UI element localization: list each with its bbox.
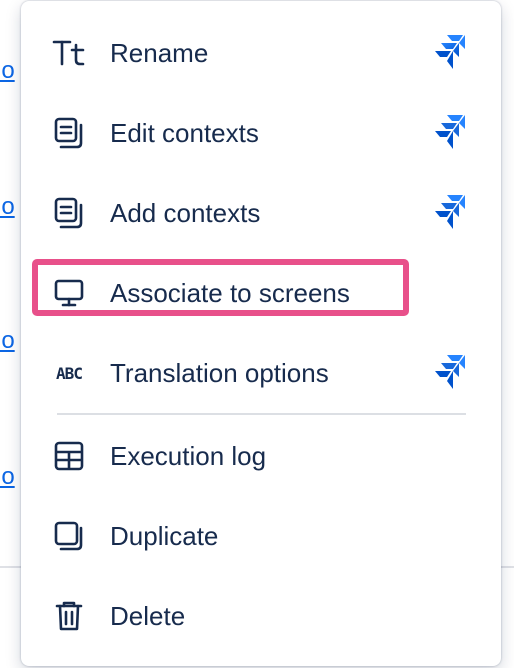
trash-icon bbox=[51, 598, 87, 634]
abc-icon: ABC bbox=[51, 355, 87, 391]
menu-item-translation-options[interactable]: ABC Translation options bbox=[21, 333, 501, 413]
menu-item-label: Delete bbox=[110, 600, 186, 631]
text-size-icon bbox=[51, 35, 87, 71]
jira-brand-icon bbox=[435, 35, 465, 69]
duplicate-icon bbox=[51, 518, 87, 554]
menu-item-edit-contexts[interactable]: Edit contexts bbox=[21, 93, 501, 173]
menu-item-label: Execution log bbox=[110, 440, 267, 471]
jira-brand-icon bbox=[435, 355, 465, 389]
menu-item-label: Rename bbox=[110, 37, 209, 68]
menu-item-associate-to-screens[interactable]: Associate to screens bbox=[21, 253, 501, 333]
screen-icon bbox=[51, 275, 87, 311]
jira-brand-icon bbox=[435, 115, 465, 149]
menu-item-label: Translation options bbox=[110, 357, 329, 388]
actions-dropdown-menu: Rename Edit contexts Add contexts Associ… bbox=[21, 1, 501, 666]
menu-item-execution-log[interactable]: Execution log bbox=[21, 416, 501, 496]
menu-item-delete[interactable]: Delete bbox=[21, 576, 501, 656]
contexts-icon bbox=[51, 115, 87, 151]
background-link[interactable]: io bbox=[0, 327, 20, 355]
menu-separator bbox=[57, 413, 466, 415]
contexts-icon bbox=[51, 195, 87, 231]
background-link[interactable]: io bbox=[0, 463, 20, 491]
menu-item-label: Add contexts bbox=[110, 197, 261, 228]
menu-item-label: Edit contexts bbox=[110, 117, 259, 148]
table-icon bbox=[51, 438, 87, 474]
jira-brand-icon bbox=[435, 195, 465, 229]
menu-item-label: Duplicate bbox=[110, 520, 219, 551]
background-link[interactable]: io bbox=[0, 193, 20, 221]
menu-item-label: Associate to screens bbox=[110, 277, 350, 308]
background-link[interactable]: io bbox=[0, 57, 20, 85]
menu-item-duplicate[interactable]: Duplicate bbox=[21, 496, 501, 576]
menu-item-rename[interactable]: Rename bbox=[21, 13, 501, 93]
menu-item-add-contexts[interactable]: Add contexts bbox=[21, 173, 501, 253]
abc-icon-text: ABC bbox=[56, 363, 83, 383]
